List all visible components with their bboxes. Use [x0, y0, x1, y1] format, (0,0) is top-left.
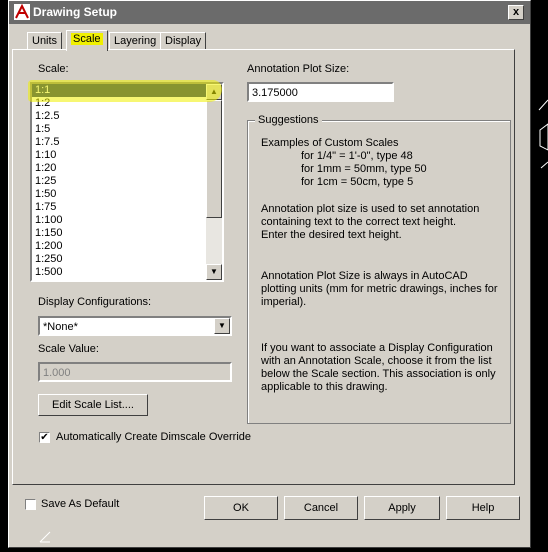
- suggestion-paragraph-3: If you want to associate a Display Confi…: [261, 342, 496, 393]
- scale-list-item[interactable]: 1:1: [32, 84, 222, 97]
- scroll-down-arrow-icon[interactable]: ▼: [206, 264, 222, 280]
- title-bar[interactable]: Drawing Setup x: [9, 1, 530, 24]
- suggestion-paragraph-1: Annotation plot size is used to set anno…: [261, 203, 480, 241]
- annotation-plot-size-input[interactable]: 3.175000: [247, 82, 394, 102]
- scale-list-item[interactable]: 1:150: [32, 227, 222, 240]
- scale-listbox[interactable]: 1:1 1:2 1:2.5 1:5 1:7.5 1:10 1:20 1:25 1:50 1:75 1…: [30, 82, 224, 282]
- background-cad-linework-icon: [538, 99, 548, 169]
- scale-list-item[interactable]: 1:50: [32, 188, 222, 201]
- scale-list-item[interactable]: 1:20: [32, 162, 222, 175]
- cancel-button[interactable]: Cancel: [284, 496, 358, 520]
- suggestion-paragraph-2: Annotation Plot Size is always in AutoCA…: [261, 270, 498, 308]
- scale-list-item[interactable]: 1:25: [32, 175, 222, 188]
- window-title: Drawing Setup: [33, 5, 118, 19]
- background-cad-linework-icon: [39, 531, 51, 543]
- scroll-thumb[interactable]: [206, 100, 222, 218]
- scale-label: Scale:: [38, 63, 69, 75]
- scale-list-item[interactable]: 1:250: [32, 253, 222, 266]
- check-mark-icon: ✔: [40, 432, 49, 443]
- help-button[interactable]: Help: [446, 496, 520, 520]
- save-as-default-checkbox[interactable]: [25, 499, 36, 510]
- scroll-up-arrow-icon[interactable]: ▲: [206, 84, 222, 100]
- example-line: for 1mm = 50mm, type 50: [301, 163, 427, 175]
- scale-value-label: Scale Value:: [38, 343, 99, 355]
- autocad-app-icon: [14, 4, 30, 20]
- annotation-plot-size-label: Annotation Plot Size:: [247, 63, 350, 75]
- edit-scale-list-button[interactable]: Edit Scale List....: [38, 394, 148, 416]
- tab-units[interactable]: Units: [27, 32, 63, 50]
- scale-list-scrollbar[interactable]: ▲ ▼: [206, 84, 222, 280]
- chevron-down-icon[interactable]: ▼: [214, 318, 230, 334]
- dimscale-label: Automatically Create Dimscale Override: [56, 431, 252, 443]
- scale-list-item[interactable]: 1:75: [32, 201, 222, 214]
- scale-list-item[interactable]: 1:7.5: [32, 136, 222, 149]
- ok-button[interactable]: OK: [204, 496, 278, 520]
- tab-layering[interactable]: Layering: [109, 32, 162, 50]
- example-line: for 1cm = 50cm, type 5: [301, 176, 414, 188]
- scale-value-field: 1.000: [38, 362, 232, 382]
- scale-list-item[interactable]: 1:200: [32, 240, 222, 253]
- examples-heading: Examples of Custom Scales: [261, 137, 399, 149]
- dimscale-checkbox[interactable]: ✔: [39, 432, 50, 443]
- scale-list-item[interactable]: 1:5: [32, 123, 222, 136]
- display-configurations-label: Display Configurations:: [38, 296, 152, 308]
- tab-display[interactable]: Display: [160, 32, 207, 50]
- save-as-default-label: Save As Default: [41, 498, 120, 510]
- display-configurations-combobox[interactable]: *None* ▼: [38, 316, 232, 336]
- tab-scale[interactable]: Scale: [66, 30, 108, 51]
- scale-list-item[interactable]: 1:10: [32, 149, 222, 162]
- close-button[interactable]: x: [508, 5, 524, 20]
- scale-items: 1:1 1:2 1:2.5 1:5 1:7.5 1:10 1:20 1:25 1:50 1:75 1…: [32, 84, 222, 279]
- scale-list-item[interactable]: 1:100: [32, 214, 222, 227]
- example-line: for 1/4" = 1'-0", type 48: [301, 150, 413, 162]
- scale-list-item[interactable]: 1:500: [32, 266, 222, 279]
- display-configurations-value: *None*: [43, 321, 78, 333]
- scale-list-item[interactable]: 1:2: [32, 97, 222, 110]
- scale-list-item[interactable]: 1:2.5: [32, 110, 222, 123]
- tab-scale-label: Scale: [71, 33, 103, 45]
- apply-button[interactable]: Apply: [364, 496, 440, 520]
- suggestions-title: Suggestions: [255, 114, 322, 126]
